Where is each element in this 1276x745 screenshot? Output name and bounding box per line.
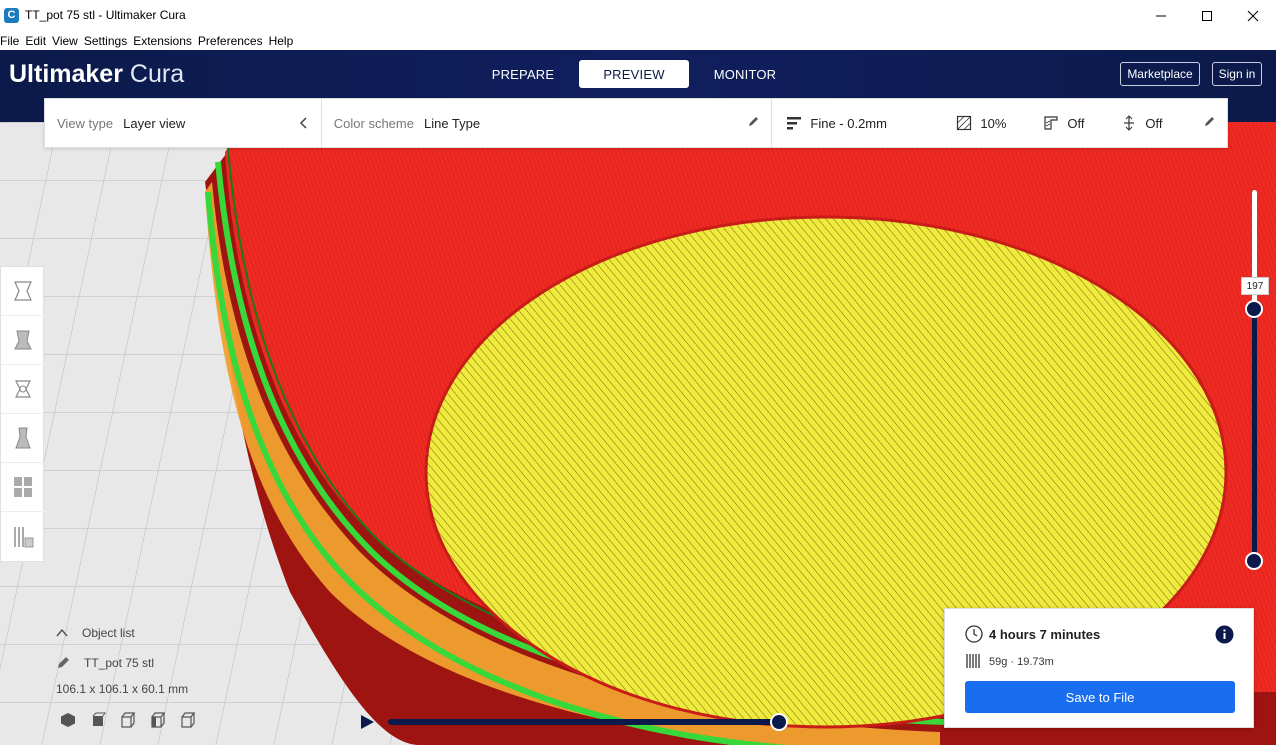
mirror-icon — [15, 427, 31, 449]
print-time: 4 hours 7 minutes — [989, 627, 1101, 642]
window-title: TT_pot 75 stl - Ultimaker Cura — [25, 8, 186, 22]
support-blocker-icon — [14, 526, 34, 547]
pencil-icon — [1205, 117, 1214, 126]
left-view-icon[interactable] — [150, 712, 166, 728]
support-icon — [1044, 116, 1058, 130]
filament-icon — [966, 654, 980, 668]
close-button[interactable] — [1230, 0, 1276, 31]
close-icon — [1247, 10, 1259, 21]
tab-preview[interactable]: PREVIEW — [579, 60, 689, 88]
info-icon[interactable] — [1215, 625, 1234, 644]
adhesion-value: Off — [1145, 116, 1163, 131]
minimize-icon — [1156, 15, 1166, 16]
mirror-tool-button[interactable] — [1, 414, 45, 463]
marketplace-button[interactable]: Marketplace — [1120, 62, 1200, 86]
layer-slider-top-handle[interactable] — [1245, 300, 1263, 318]
material-usage: 59g · 19.73m — [989, 656, 1054, 668]
scale-tool-button[interactable] — [1, 316, 45, 365]
layer-number-input[interactable]: 197 — [1241, 277, 1269, 295]
object-list-item[interactable]: TT_pot 75 stl — [56, 656, 196, 670]
left-tool-panel — [0, 266, 45, 562]
adhesion-icon — [1124, 115, 1135, 131]
rotate-tool-button[interactable] — [1, 365, 45, 414]
pencil-icon — [749, 117, 759, 126]
move-tool-button[interactable] — [1, 267, 45, 316]
chevron-left-icon — [299, 117, 307, 129]
object-list-toggle[interactable]: Object list — [56, 626, 196, 640]
menu-settings[interactable]: Settings — [84, 34, 127, 48]
print-settings-summary[interactable]: Fine - 0.2mm 10% Off Off — [772, 99, 1227, 147]
minimize-button[interactable] — [1138, 0, 1184, 31]
maximize-button[interactable] — [1184, 0, 1230, 31]
rotate-icon — [15, 380, 31, 398]
support-blocker-button[interactable] — [1, 512, 45, 561]
logo-light: Cura — [129, 60, 185, 88]
cura-app-icon: C — [4, 8, 19, 23]
color-scheme-label: Color scheme — [333, 115, 414, 131]
menu-bar: File Edit View Settings Extensions Prefe… — [0, 31, 1276, 50]
menu-extensions[interactable]: Extensions — [133, 34, 192, 48]
print-info-panel: 4 hours 7 minutes 59g · 19.73m Save to F… — [944, 608, 1254, 728]
clock-icon — [965, 625, 983, 643]
view-type-value: Layer view — [123, 115, 186, 131]
view-type-label: View type — [57, 115, 114, 131]
right-view-icon[interactable] — [180, 712, 196, 728]
window-titlebar: C TT_pot 75 stl - Ultimaker Cura — [0, 0, 1276, 31]
move-icon — [14, 281, 32, 301]
front-view-icon[interactable] — [90, 712, 106, 728]
support-value: Off — [1067, 116, 1085, 131]
camera-view-buttons — [60, 712, 196, 728]
save-to-file-button[interactable]: Save to File — [965, 681, 1235, 713]
object-list-panel: Object list TT_pot 75 stl 106.1 x 106.1 … — [56, 626, 196, 728]
object-dimensions: 106.1 x 106.1 x 60.1 mm — [56, 682, 189, 696]
object-name: TT_pot 75 stl — [84, 656, 155, 670]
ultimaker-cura-logo: Ultimaker Cura — [9, 60, 184, 89]
per-model-settings-button[interactable] — [1, 463, 45, 512]
infill-value: 10% — [980, 116, 1007, 131]
color-scheme-value: Line Type — [423, 115, 481, 131]
maximize-icon — [1202, 10, 1212, 21]
layer-height-icon — [787, 117, 802, 130]
chevron-up-icon — [56, 628, 68, 637]
infill-icon — [957, 115, 972, 131]
scale-icon — [14, 330, 32, 350]
menu-help[interactable]: Help — [269, 34, 294, 48]
color-scheme-selector[interactable]: Color scheme Line Type — [322, 99, 773, 147]
view-toolbar: View type Layer view Color scheme Line T… — [44, 98, 1228, 148]
profile-value: Fine - 0.2mm — [810, 116, 887, 131]
menu-file[interactable]: File — [0, 34, 19, 48]
view-type-selector[interactable]: View type Layer view — [45, 99, 322, 147]
stage-tabs: PREPARE PREVIEW MONITOR — [468, 60, 801, 88]
layer-slider-bottom-handle[interactable] — [1245, 552, 1263, 570]
top-view-icon[interactable] — [120, 712, 136, 728]
sign-in-button[interactable]: Sign in — [1212, 62, 1262, 86]
simulation-slider-track[interactable] — [388, 719, 780, 725]
pencil-icon — [58, 657, 69, 668]
menu-edit[interactable]: Edit — [25, 34, 46, 48]
tab-monitor[interactable]: MONITOR — [690, 60, 800, 88]
3d-view-icon[interactable] — [60, 712, 76, 728]
play-icon[interactable] — [358, 713, 376, 731]
logo-bold: Ultimaker — [9, 60, 123, 88]
simulation-slider-handle[interactable] — [770, 713, 788, 731]
object-list-header: Object list — [82, 626, 135, 640]
tab-prepare[interactable]: PREPARE — [468, 60, 578, 88]
menu-view[interactable]: View — [52, 34, 78, 48]
menu-preferences[interactable]: Preferences — [198, 34, 263, 48]
per-model-settings-icon — [14, 477, 32, 497]
